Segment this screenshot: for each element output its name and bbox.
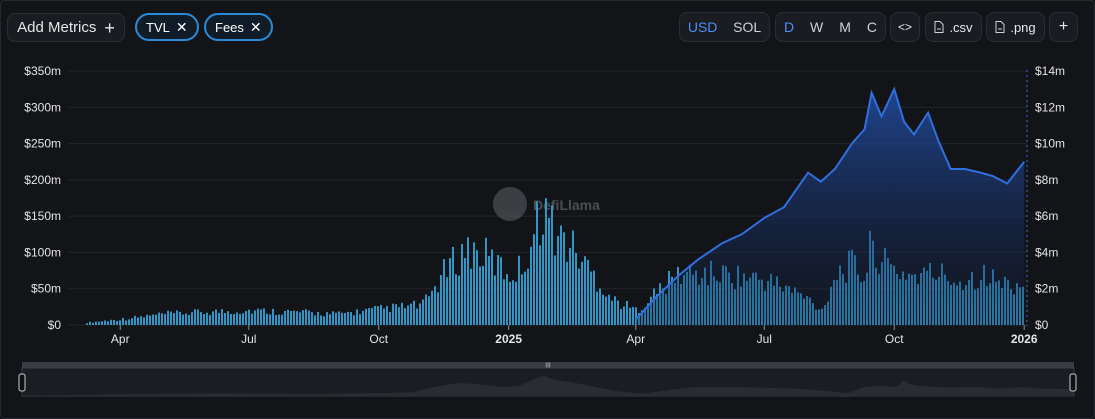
interval-option-cumulative[interactable]: C bbox=[860, 19, 884, 35]
interval-option-weekly[interactable]: W bbox=[803, 19, 830, 35]
code-icon: <> bbox=[897, 20, 912, 34]
close-icon[interactable]: ✕ bbox=[176, 20, 188, 34]
add-metrics-label: Add Metrics bbox=[17, 19, 97, 36]
download-csv-button[interactable]: .csv bbox=[925, 12, 982, 42]
currency-option-sol[interactable]: SOL bbox=[726, 19, 768, 35]
close-icon[interactable]: ✕ bbox=[250, 20, 262, 34]
range-handle-left[interactable] bbox=[18, 373, 26, 392]
download-png-button[interactable]: .png bbox=[986, 12, 1045, 42]
metric-pill-label: Fees bbox=[215, 19, 244, 35]
add-metrics-button[interactable]: Add Metrics + bbox=[7, 13, 125, 42]
metric-pill-fees[interactable]: Fees ✕ bbox=[204, 13, 273, 41]
embed-button[interactable]: <> bbox=[890, 12, 920, 42]
more-options-button[interactable]: + bbox=[1049, 12, 1078, 42]
range-handle-right[interactable] bbox=[1069, 373, 1077, 392]
metric-pill-label: TVL bbox=[146, 19, 170, 35]
csv-label: .csv bbox=[949, 19, 973, 35]
metric-pill-tvl[interactable]: TVL ✕ bbox=[135, 13, 199, 41]
png-label: .png bbox=[1010, 19, 1036, 35]
file-icon bbox=[934, 21, 944, 33]
interval-option-monthly[interactable]: M bbox=[832, 19, 858, 35]
range-selector-track[interactable] bbox=[22, 362, 1074, 368]
interval-toggle: D W M C bbox=[775, 12, 886, 42]
chart-card bbox=[0, 0, 1095, 419]
currency-option-usd[interactable]: USD bbox=[681, 19, 725, 35]
plus-icon: + bbox=[1058, 18, 1069, 35]
interval-option-daily[interactable]: D bbox=[777, 19, 801, 35]
file-icon bbox=[995, 21, 1005, 33]
currency-toggle: USD SOL bbox=[679, 12, 770, 42]
plus-icon: + bbox=[104, 17, 115, 38]
